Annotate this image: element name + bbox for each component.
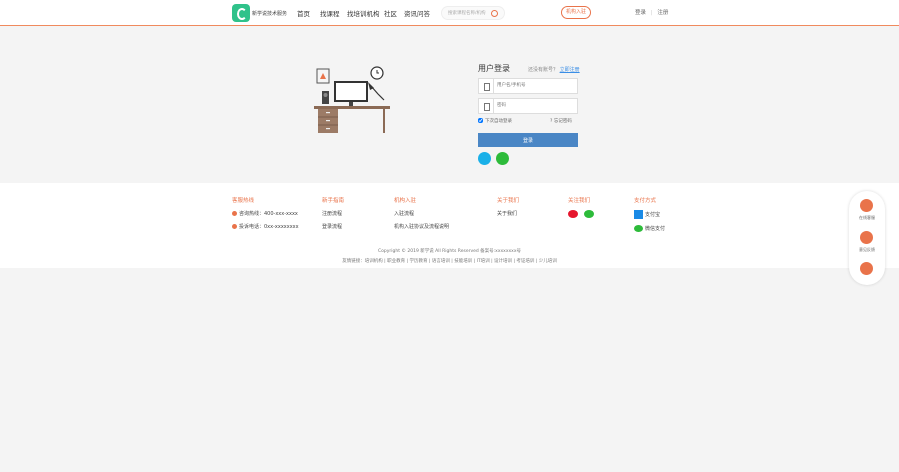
footer-col-hotline: 客服热线 咨询热线：400-xxx-xxxx 投诉电话：0xx-xxxxxxxx xyxy=(232,196,299,236)
search-icon[interactable] xyxy=(491,10,498,17)
password-input[interactable] xyxy=(497,101,573,110)
help-icon: ? xyxy=(550,119,553,124)
payment-wechat: 微信支付 xyxy=(634,225,665,232)
top-header: 新学说技术服务 首页 找课程 找培训机构 社区 资讯问答 搜索课程名称/机构 机… xyxy=(0,0,899,26)
footer-item-text: 咨询热线：400-xxx-xxxx xyxy=(239,211,298,217)
footer-link[interactable]: 入驻流程 xyxy=(394,210,449,217)
footer-heading: 机构入驻 xyxy=(394,198,417,204)
footer-col-guide: 新手指南 注册流程 登录流程 xyxy=(322,196,344,236)
login-title: 用户登录 xyxy=(478,64,510,73)
remember-checkbox[interactable] xyxy=(478,118,483,123)
qq-login-icon[interactable] xyxy=(478,152,491,165)
wechat-login-icon[interactable] xyxy=(496,152,509,165)
footer-col-follow: 关注我们 xyxy=(568,196,594,226)
divider: | xyxy=(650,10,653,16)
service-icon[interactable] xyxy=(860,199,873,212)
password-field[interactable] xyxy=(478,98,578,114)
footer-heading: 新手指南 xyxy=(322,198,345,204)
phone-icon xyxy=(479,79,494,93)
nav-institutions[interactable]: 找培训机构 xyxy=(347,8,380,18)
footer-col-join: 机构入驻 入驻流程 机构入驻协议及流程说明 xyxy=(394,196,449,236)
weibo-icon[interactable] xyxy=(568,210,578,218)
copyright: Copyright © 2019 新学说 All Rights Reserved… xyxy=(378,249,521,254)
register-now-link[interactable]: 立即注册 xyxy=(560,67,580,73)
username-input[interactable] xyxy=(497,81,573,90)
register-link[interactable]: 注册 xyxy=(657,10,668,16)
nav-community[interactable]: 社区 xyxy=(384,8,397,18)
login-link[interactable]: 登录 xyxy=(635,10,646,16)
lock-icon xyxy=(479,99,494,113)
forgot-password-link[interactable]: ? 忘记密码 xyxy=(550,118,572,124)
friend-links[interactable]: 友情链接：培训机构 | 职业教育 | 学历教育 | 语言培训 | 技能培训 | … xyxy=(0,258,899,264)
footer-item-text: 投诉电话：0xx-xxxxxxxx xyxy=(239,224,299,230)
feedback-icon[interactable] xyxy=(860,231,873,244)
remember-label: 下次自动登录 xyxy=(485,119,512,124)
forgot-label: 忘记密码 xyxy=(553,119,572,124)
payment-label: 支付宝 xyxy=(645,212,661,218)
nav-news[interactable]: 资讯问答 xyxy=(404,8,430,18)
wechat-icon[interactable] xyxy=(583,210,594,218)
search-box[interactable]: 搜索课程名称/机构 xyxy=(441,6,505,20)
search-input[interactable]: 搜索课程名称/机构 xyxy=(448,10,486,16)
footer-heading: 关注我们 xyxy=(568,198,591,204)
logo-text: 新学说技术服务 xyxy=(252,11,288,17)
feedback-label[interactable]: 意见反馈 xyxy=(849,247,885,253)
back-to-top-icon[interactable] xyxy=(860,262,873,275)
register-prompt: 还没有账号？ 立即注册 xyxy=(528,66,580,73)
logo[interactable] xyxy=(232,4,250,22)
footer-heading: 支付方式 xyxy=(634,198,657,204)
footer-link[interactable]: 登录流程 xyxy=(322,223,344,230)
footer-link[interactable]: 机构入驻协议及流程说明 xyxy=(394,223,449,230)
top-links: 登录 | 注册 xyxy=(635,8,668,16)
nav-courses[interactable]: 找课程 xyxy=(320,8,340,18)
join-button[interactable]: 机构入驻 xyxy=(561,6,591,19)
service-label[interactable]: 在线客服 xyxy=(849,215,885,221)
footer-link[interactable]: 关于我们 xyxy=(497,210,519,217)
alipay-icon xyxy=(634,210,643,219)
payment-alipay: 支付宝 xyxy=(634,210,665,219)
remember-me[interactable]: 下次自动登录 xyxy=(478,118,512,124)
footer-link[interactable]: 注册流程 xyxy=(322,210,344,217)
footer-heading: 客服热线 xyxy=(232,198,255,204)
phone-icon xyxy=(232,224,237,229)
phone-icon xyxy=(232,211,237,216)
username-field[interactable] xyxy=(478,78,578,94)
footer-heading: 关于我们 xyxy=(497,198,520,204)
footer-col-payment: 支付方式 支付宝 微信支付 xyxy=(634,196,665,238)
footer xyxy=(0,183,899,268)
footer-item: 咨询热线：400-xxx-xxxx xyxy=(232,210,299,217)
footer-item: 投诉电话：0xx-xxxxxxxx xyxy=(232,223,299,230)
floating-sidebar: 在线客服 意见反馈 xyxy=(849,191,885,285)
nav-home[interactable]: 首页 xyxy=(297,8,310,18)
footer-col-about: 关于我们 关于我们 xyxy=(497,196,519,223)
login-button[interactable]: 登录 xyxy=(478,133,578,147)
register-prompt-text: 还没有账号？ xyxy=(528,67,559,73)
desk-illustration xyxy=(314,66,390,133)
social-icons xyxy=(568,210,594,220)
payment-label: 微信支付 xyxy=(645,226,666,232)
wechat-pay-icon xyxy=(634,225,643,232)
